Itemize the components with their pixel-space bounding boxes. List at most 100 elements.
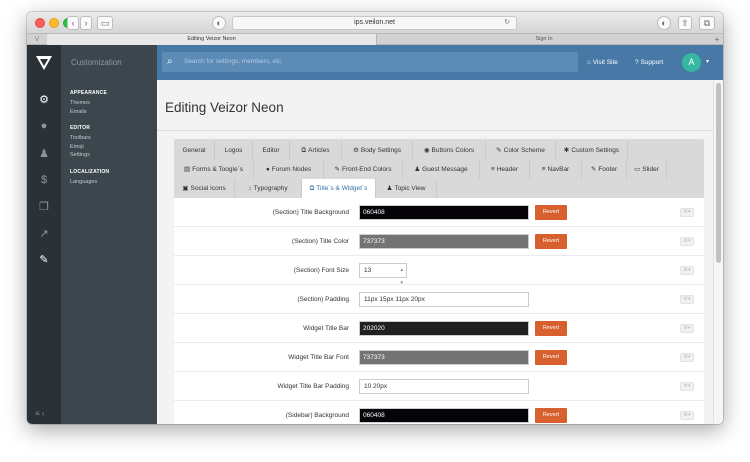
window-icon: ⧉ (309, 185, 315, 192)
setting-row: (Section) Font Size 13 ▴ ▾ ⚙▾ (174, 256, 704, 286)
tab-label: Sign In (535, 36, 553, 42)
dollar-icon[interactable]: $ (27, 169, 61, 191)
nav-item-toolbars[interactable]: Toolbars (61, 134, 157, 143)
browser-titlebar: ‹ › ▭ ◐ ips.veilon.net ↻ ◐ ⇧ ⧉ (27, 12, 723, 34)
sidebar-toggle-icon[interactable]: ▭ (97, 16, 113, 30)
chevron-down-icon[interactable]: ▾ (706, 45, 709, 80)
setting-label: Widget Title Bar Font (288, 354, 349, 361)
color-input[interactable]: 202020 (359, 321, 529, 336)
tab-social-icons[interactable]: ▣ Social Icons (174, 179, 235, 198)
revert-button[interactable]: Revert (535, 234, 567, 249)
gear-icon[interactable]: ⚙▾ (680, 324, 694, 333)
avatar[interactable]: A (682, 53, 701, 72)
nav-item-themes[interactable]: Themes (61, 99, 157, 108)
monitor-icon: ▭ (634, 166, 641, 173)
new-tab-icon[interactable]: + (711, 34, 723, 45)
gear-icon[interactable]: ⚙▾ (680, 237, 694, 246)
font-size-stepper[interactable]: 13 ▴ ▾ (359, 263, 407, 286)
address-bar[interactable]: ips.veilon.net ↻ (232, 16, 517, 30)
forward-icon[interactable]: › (80, 16, 92, 30)
extension-icon[interactable]: ◐ (657, 16, 671, 30)
help-icon: ? (635, 59, 639, 66)
tab-topic-view[interactable]: ♟ Topic View (375, 179, 437, 198)
reload-icon[interactable]: ↻ (504, 17, 510, 29)
gear-icon[interactable]: ⚙▾ (680, 353, 694, 362)
revert-button[interactable]: Revert (535, 350, 567, 365)
padding-input[interactable]: 11px 15px 11px 20px (359, 292, 529, 307)
scrollbar[interactable] (713, 80, 723, 424)
support-link[interactable]: ? Support (635, 45, 663, 80)
gear-icon[interactable]: ⚙▾ (680, 382, 694, 391)
padding-input[interactable]: 10 20px (359, 379, 529, 394)
support-label: Support (640, 59, 664, 66)
tab-slider[interactable]: ▭ Slider (627, 160, 667, 179)
visit-site-link[interactable]: ⌂ Visit Site (587, 45, 618, 80)
user-icon[interactable]: ♟ (27, 143, 61, 165)
menu-collapse-icon[interactable]: ≡ ‹ (35, 409, 45, 418)
tab-sign-in[interactable]: Sign In (378, 34, 710, 45)
tab-label: NavBar (547, 166, 570, 173)
tab-buttons-colors[interactable]: ◉ Buttons Colors (413, 141, 486, 160)
setting-row: (Section) Title Background 060408 Revert… (174, 198, 704, 227)
tab-color-scheme[interactable]: ✎ Color Scheme (486, 141, 556, 160)
tab-label: General (182, 147, 206, 154)
tab-front-end-colors[interactable]: ✎ Front-End Colors (324, 160, 403, 179)
color-input[interactable]: 737373 (359, 350, 529, 365)
nav-item-emoji[interactable]: Emoji (61, 143, 157, 152)
revert-button[interactable]: Revert (535, 408, 567, 423)
stats-chart-icon[interactable]: ↗ (27, 223, 61, 245)
color-input[interactable]: 737373 (359, 234, 529, 249)
tab-custom-settings[interactable]: ✱ Custom Settings (556, 141, 628, 160)
revert-button[interactable]: Revert (535, 321, 567, 336)
user-icon: ♟ (386, 185, 393, 192)
nav-item-emails[interactable]: Emails (61, 108, 157, 117)
gear-icon[interactable]: ⚙▾ (680, 208, 694, 217)
minimize-window-button[interactable] (49, 18, 59, 28)
nav-item-settings[interactable]: Settings (61, 151, 157, 160)
close-window-button[interactable] (35, 18, 45, 28)
color-input[interactable]: 060408 (359, 408, 529, 423)
gear-icon[interactable]: ⚙▾ (680, 295, 694, 304)
search-input[interactable]: ⌕ Search for settings, members, etc. (162, 52, 578, 72)
color-input[interactable]: 060408 (359, 205, 529, 220)
pinned-tab-v-icon[interactable]: V (29, 34, 45, 45)
veizor-logo-icon[interactable] (36, 56, 52, 70)
tab-label: Forms & Toogle`s (192, 166, 243, 173)
setting-label: (Sidebar) Background (285, 412, 349, 419)
tab-label: Social Icons (190, 185, 226, 192)
chat-bubbles-icon[interactable]: ● (27, 115, 61, 137)
admin-topbar: ⌕ Search for settings, members, etc. ⌂ V… (157, 45, 723, 80)
tab-logos[interactable]: Logos (215, 141, 253, 160)
tab-titles-widgets[interactable]: ⧉ Title`s & Widget`s (302, 179, 375, 198)
tab-general[interactable]: General (174, 141, 215, 160)
tab-forum-nodes[interactable]: ● Forum Nodes (254, 160, 324, 179)
tabs-overview-icon[interactable]: ⧉ (699, 16, 715, 30)
tab-typography[interactable]: ↕ Typography (235, 179, 302, 198)
nav-header: Customization (61, 45, 157, 80)
tab-body-settings[interactable]: ⚙ Body Settings (342, 141, 413, 160)
tab-header[interactable]: ≡ Header (480, 160, 530, 179)
copy-icon[interactable]: ❐ (27, 196, 61, 218)
gear-icon[interactable]: ⚙▾ (680, 411, 694, 420)
tab-guest-message[interactable]: ♟ Guest Message (403, 160, 480, 179)
tab-articles[interactable]: ⧉ Articles (290, 141, 342, 160)
tab-label: Guest Message (422, 166, 468, 173)
articles-icon: ⧉ (301, 147, 307, 154)
paintbrush-icon[interactable]: ✎ (27, 249, 61, 271)
tab-footer[interactable]: ✎ Footer (582, 160, 627, 179)
scrollbar-thumb[interactable] (716, 83, 721, 263)
gears-icon: ⚙ (353, 147, 359, 154)
back-icon[interactable]: ‹ (67, 16, 79, 30)
tab-forms-toggles[interactable]: ▤ Forms & Toogle`s (174, 160, 254, 179)
tab-label: Typography (253, 185, 288, 192)
gears-icon[interactable]: ⚙ (27, 89, 61, 111)
tab-navbar[interactable]: ≡ NavBar (530, 160, 582, 179)
revert-button[interactable]: Revert (535, 205, 567, 220)
gear-icon[interactable]: ⚙▾ (680, 266, 694, 275)
tab-editor[interactable]: Editor (253, 141, 290, 160)
privacy-shield-icon[interactable]: ◐ (212, 16, 226, 30)
nav-item-languages[interactable]: Languages (61, 178, 157, 187)
visit-site-label: Visit Site (592, 59, 618, 66)
tab-editing-veizor-neon[interactable]: Editing Veizor Neon (47, 34, 377, 45)
share-icon[interactable]: ⇧ (678, 16, 692, 30)
